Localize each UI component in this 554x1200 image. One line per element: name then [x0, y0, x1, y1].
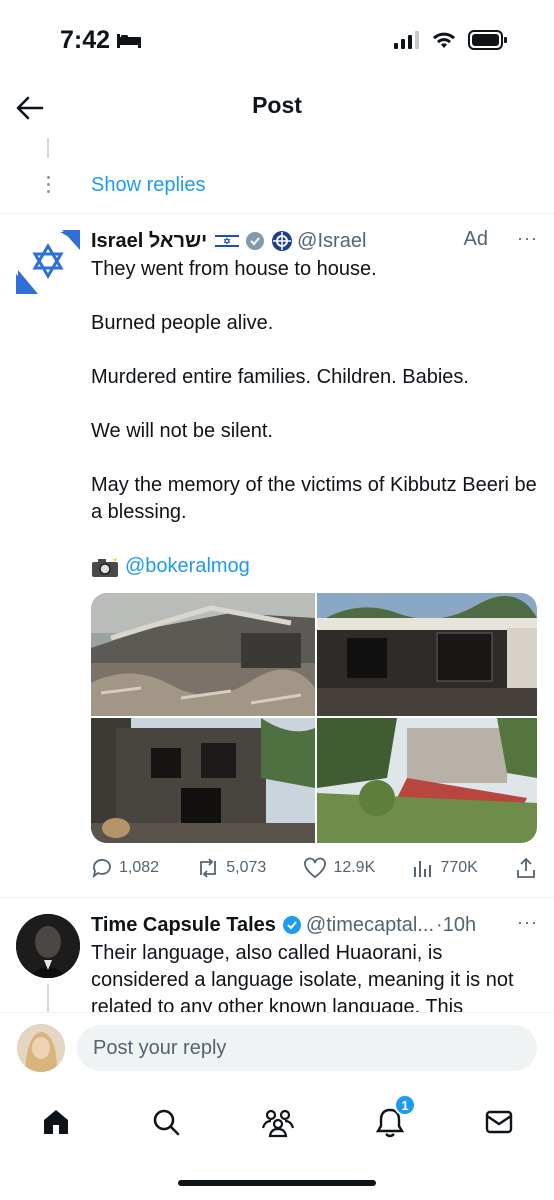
- tab-communities[interactable]: [258, 1102, 298, 1142]
- thread-connector: [47, 984, 49, 1014]
- time-capsule-avatar[interactable]: [16, 914, 80, 978]
- tab-messages[interactable]: [479, 1102, 519, 1142]
- thread-dots-icon: [44, 176, 52, 196]
- share-icon: [517, 857, 535, 878]
- like-count: 12.9K: [333, 859, 376, 876]
- share-action[interactable]: [515, 857, 537, 879]
- israel-flag-icon: [215, 233, 240, 249]
- divider: [0, 897, 554, 898]
- cellular-signal-icon: [394, 31, 419, 49]
- photo-credit: @bokeralmog: [91, 555, 250, 578]
- top-nav: Post: [0, 84, 554, 138]
- tab-home[interactable]: [36, 1102, 76, 1142]
- repost-icon: [200, 858, 217, 878]
- status-icons: [394, 30, 508, 50]
- burned-house-image: [317, 593, 537, 716]
- repost-count: 5,073: [226, 859, 267, 876]
- user-photo-image: [17, 1024, 65, 1072]
- more-options-icon[interactable]: ···: [517, 912, 538, 933]
- envelope-icon: [485, 1110, 513, 1134]
- clock-text: 7:42: [60, 26, 111, 54]
- reply-icon: [92, 859, 111, 879]
- like-action[interactable]: 12.9K: [303, 857, 375, 879]
- author-handle[interactable]: @timecaptal...: [306, 914, 434, 937]
- israel-logo-icon: [16, 230, 80, 294]
- notification-badge: 1: [394, 1094, 416, 1116]
- ad-tweet-text: They went from house to house. Burned pe…: [91, 256, 541, 553]
- tweet-line: May the memory of the victims of Kibbutz…: [91, 474, 537, 523]
- tweet-line: Burned people alive.: [91, 312, 274, 334]
- tab-notifications[interactable]: 1: [370, 1094, 416, 1142]
- israel-avatar[interactable]: [16, 230, 80, 294]
- affiliate-badge-icon: [272, 231, 293, 251]
- tweet-actions: 1,082 5,073 12.9K 770K: [91, 854, 537, 882]
- destroyed-house-image: [91, 593, 315, 716]
- search-icon: [153, 1109, 180, 1136]
- tweet2-header: Time Capsule Tales @timecaptal... ·10h ·…: [91, 912, 538, 938]
- credit-mention-link[interactable]: @bokeralmog: [125, 555, 250, 578]
- user-avatar[interactable]: [17, 1024, 65, 1072]
- repost-action[interactable]: 5,073: [196, 857, 266, 879]
- tweet-line: They went from house to house.: [91, 258, 377, 280]
- media-photo-2[interactable]: [317, 593, 537, 716]
- tweet-line: We will not be silent.: [91, 420, 273, 442]
- views-action[interactable]: 770K: [412, 857, 478, 879]
- tweet-line: Murdered entire families. Children. Babi…: [91, 366, 469, 388]
- verified-gray-badge-icon: [246, 232, 265, 250]
- heart-icon: [304, 857, 327, 879]
- author-name[interactable]: Time Capsule Tales: [91, 914, 276, 937]
- ad-tweet-header: Israel ישראל @Israel Ad ···: [91, 228, 538, 254]
- thread-connector: [47, 138, 49, 158]
- portrait-image: [16, 914, 80, 978]
- home-icon: [44, 1110, 68, 1134]
- tab-search[interactable]: [146, 1102, 186, 1142]
- tweet2-text: Their language, also called Huaorani, is…: [91, 942, 514, 1012]
- views-chart-icon: [414, 861, 432, 877]
- status-time: 7:42: [60, 26, 142, 55]
- media-photo-4[interactable]: [317, 718, 537, 843]
- collapsed-roof-image: [317, 718, 537, 843]
- author-name[interactable]: Israel ישראל: [91, 230, 207, 253]
- views-count: 770K: [440, 859, 478, 876]
- reply-action[interactable]: 1,082: [91, 857, 159, 879]
- show-replies-link[interactable]: Show replies: [91, 174, 206, 197]
- author-handle[interactable]: @Israel: [297, 230, 366, 253]
- home-indicator[interactable]: [178, 1180, 376, 1186]
- media-photo-3[interactable]: [91, 718, 315, 843]
- more-options-icon[interactable]: ···: [517, 228, 538, 249]
- tweet-time: ·10h: [436, 913, 477, 936]
- ad-label: Ad: [463, 228, 488, 250]
- sleep-focus-icon: [117, 33, 142, 48]
- page-title: Post: [252, 92, 302, 118]
- media-grid: [91, 593, 537, 843]
- reply-count: 1,082: [119, 859, 160, 876]
- battery-icon: [468, 30, 507, 50]
- verified-blue-badge-icon: [282, 916, 301, 934]
- camera-flash-icon: [92, 555, 118, 577]
- communities-icon: [261, 1109, 295, 1138]
- charred-building-image: [91, 718, 315, 843]
- media-photo-1[interactable]: [91, 593, 315, 716]
- status-bar: 7:42: [0, 0, 554, 84]
- reply-input[interactable]: Post your reply: [77, 1025, 537, 1071]
- reply-composer: Post your reply: [0, 1012, 554, 1084]
- divider: [0, 213, 554, 214]
- wifi-icon: [433, 32, 455, 48]
